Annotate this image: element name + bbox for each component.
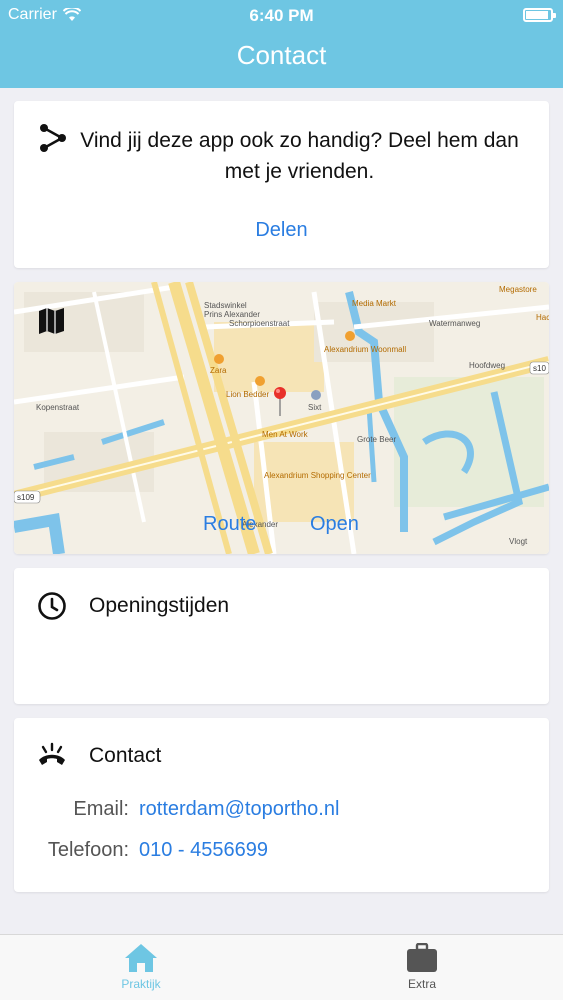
battery-icon	[523, 8, 556, 22]
map-label-hac: Hac	[536, 313, 549, 322]
map-label-stadswinkel: Stadswinkel	[204, 301, 247, 310]
map-poi-marker	[255, 376, 265, 386]
page-title: Contact	[236, 40, 327, 70]
home-icon	[125, 944, 157, 972]
clock-icon	[38, 592, 66, 620]
location-map[interactable]: Stadswinkel Prins Alexander Schorpioenst…	[14, 282, 549, 554]
share-button[interactable]: Delen	[14, 219, 549, 242]
map-label-shopping: Alexandrium Shopping Center	[264, 471, 371, 480]
map-label-sixt: Sixt	[308, 403, 322, 412]
status-time: 6:40 PM	[249, 6, 314, 25]
map-label-schorpioen: Schorpioenstraat	[229, 319, 290, 328]
map-label-watermanweg: Watermanweg	[429, 319, 480, 328]
map-poi-marker	[311, 390, 321, 400]
briefcase-icon	[407, 943, 437, 972]
map-label-s109: s109	[17, 493, 35, 502]
contact-card: Contact Email: rotterdam@topor​tho.nl Te…	[14, 718, 549, 892]
map-label-woonmall-1: Alexandrium Woonmall	[324, 345, 406, 354]
map-label-mediamarkt: Media Markt	[352, 299, 397, 308]
tab-extra-label: Extra	[407, 977, 436, 991]
share-message: Vind jij deze app ook zo handig? Deel he…	[80, 129, 519, 183]
email-row: Email: rotterdam@topor​tho.nl	[14, 798, 549, 824]
share-card: Vind jij deze app ook zo handig? Deel he…	[14, 101, 549, 268]
map-label-megastore: Megastore	[499, 285, 537, 294]
email-link[interactable]: rotterdam@topor​tho.nl	[139, 798, 339, 821]
map-label-lion: Lion Bedder	[226, 390, 269, 399]
status-bar: Carrier 6:40 PM	[0, 4, 563, 26]
phone-row: Telefoon: 010 - 4556699	[14, 839, 549, 865]
map-label-grote: Grote Beer	[357, 435, 396, 444]
map-card[interactable]: Stadswinkel Prins Alexander Schorpioenst…	[14, 282, 549, 554]
contact-title: Contact	[89, 744, 162, 767]
phone-icon	[39, 742, 65, 765]
map-label-zara: Zara	[210, 366, 227, 375]
email-label: Email:	[73, 798, 129, 820]
tab-extra[interactable]: Extra	[377, 943, 467, 991]
share-icon	[40, 124, 66, 152]
tab-bar: Praktijk Extra	[0, 934, 563, 1000]
map-label-hoofdweg: Hoofdweg	[469, 361, 505, 370]
map-label-menatwork: Men At Work	[262, 430, 309, 439]
map-poi-marker	[345, 331, 355, 341]
open-map-button[interactable]: Open	[310, 513, 359, 536]
route-button[interactable]: Route	[203, 513, 256, 536]
navigation-header: Carrier 6:40 PM Contact	[0, 0, 563, 88]
phone-link[interactable]: 010 - 4556699	[139, 839, 268, 862]
map-poi-marker	[214, 354, 224, 364]
map-label-vlogt: Vlogt	[509, 537, 528, 546]
map-label-prins: Prins Alexander	[204, 310, 260, 319]
tab-praktijk[interactable]: Praktijk	[96, 943, 186, 991]
tab-praktijk-label: Praktijk	[121, 977, 161, 991]
map-label-kopenstraat: Kopenstraat	[36, 403, 80, 412]
opening-hours-card: Openingstijden	[14, 568, 549, 704]
map-label-s10: s10	[533, 364, 546, 373]
map-icon	[39, 308, 64, 334]
opening-hours-title: Openingstijden	[89, 594, 230, 617]
phone-label: Telefoon:	[47, 839, 129, 861]
